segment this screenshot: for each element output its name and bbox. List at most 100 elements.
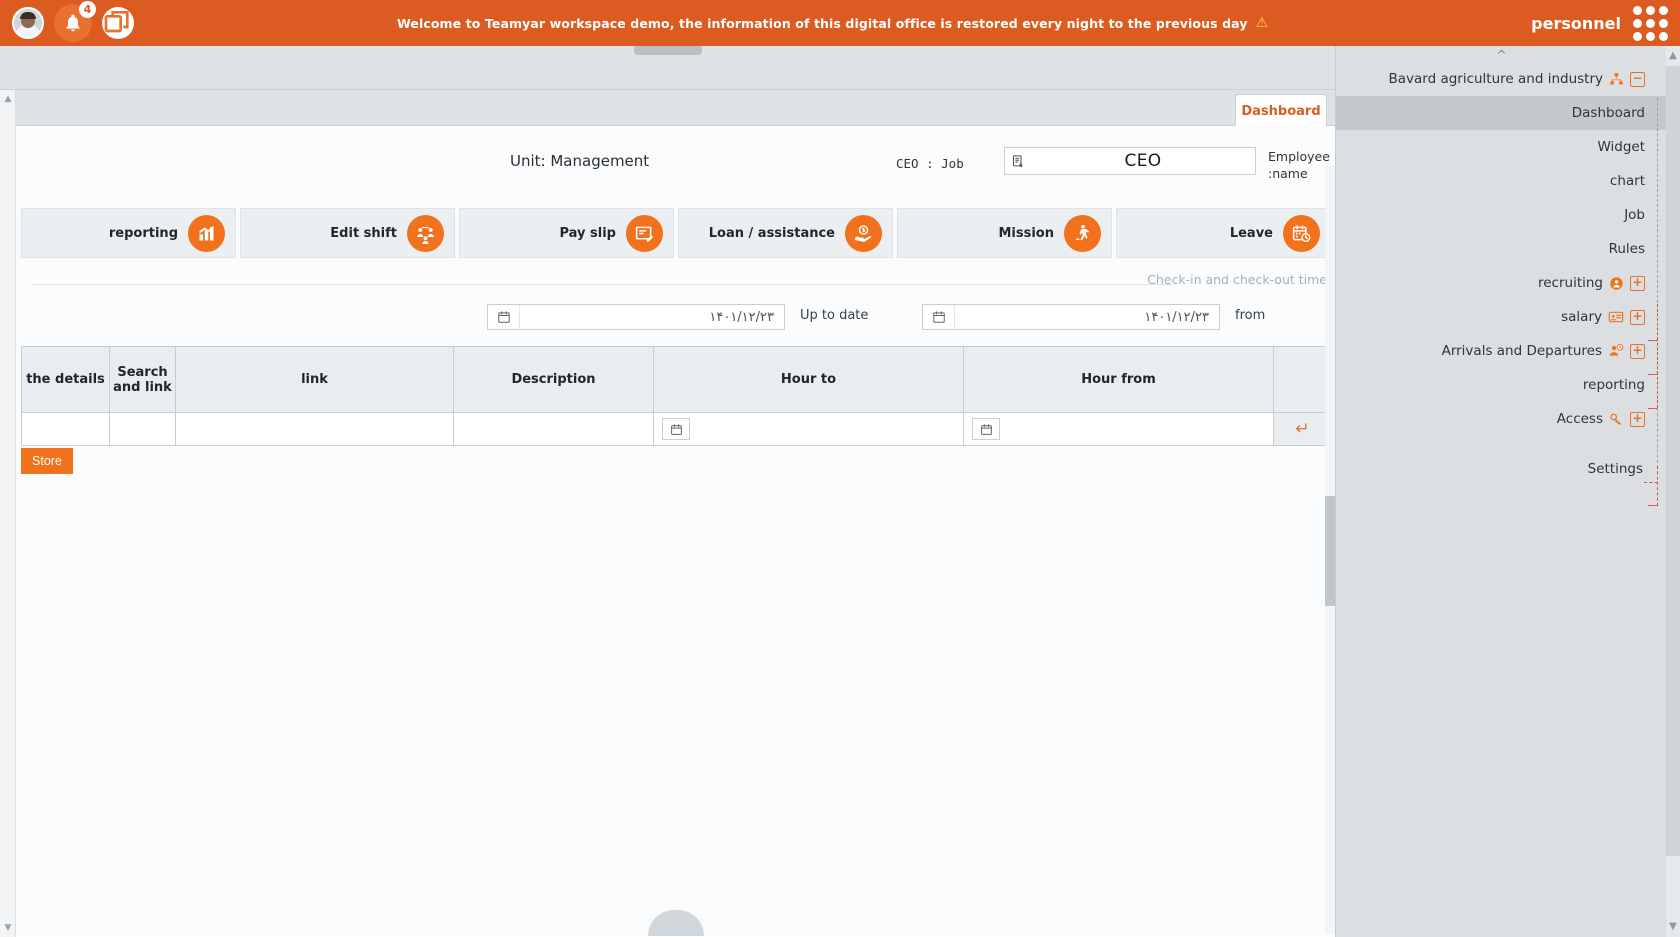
user-avatar[interactable] [12,7,44,39]
tile-mission[interactable]: Mission [897,208,1112,258]
app-title: personnel [1531,13,1621,33]
tree-connector-vertical [1657,408,1658,468]
sidebar-item-reporting[interactable]: reporting [1336,368,1667,402]
tile-reporting[interactable]: reporting [21,208,236,258]
column-header-actions [1273,346,1332,413]
collapse-toggle[interactable]: − [1630,71,1645,87]
restore-window-icon[interactable] [102,7,134,39]
expand-toggle[interactable]: + [1630,343,1645,359]
checkin-table: the details Search and link link Descrip… [21,346,1332,446]
sidebar-item-label: Widget [1597,139,1645,155]
sidebar-scrollbar-thumb[interactable] [1666,66,1680,856]
up-to-date-field[interactable]: ۱۴۰۱/۱۲/۲۳ [487,304,785,330]
cell-search-and-link[interactable] [109,412,176,446]
tile-label: Mission [998,225,1054,241]
from-date-value: ۱۴۰۱/۱۲/۲۳ [1144,309,1209,325]
tree-connector-elbow [1644,482,1658,483]
notifications-button[interactable]: 4 [54,1,96,42]
employee-name-label-line1: Employee [1268,149,1330,164]
sidebar-item-label: salary [1561,309,1602,325]
key-icon [1609,412,1624,427]
cell-hour-to[interactable] [653,412,964,446]
sidebar-item-chart[interactable]: chart [1336,164,1667,198]
sidebar-item-salary[interactable]: salary + [1336,300,1667,334]
column-header-description: Description [453,346,654,413]
legend-divider [32,284,1172,285]
store-button[interactable]: Store [21,448,73,474]
sidebar-scrollbar[interactable]: ▲ ▼ [1666,46,1680,937]
calendar-icon[interactable] [923,305,955,329]
scroll-down-icon[interactable]: ▼ [3,923,13,933]
job-value: CEO [1124,151,1162,171]
date-filter-row: ۱۴۰۱/۱۲/۲۳ Up to date ۱۴۰۱/۱۲/۲۳ from [16,304,1335,346]
tile-label: Leave [1229,225,1273,241]
sidebar-item-recruiting[interactable]: recruiting + [1336,266,1667,300]
enter-return-icon[interactable]: ↵ [1273,412,1332,446]
expand-toggle[interactable]: + [1630,275,1645,291]
people-group-icon [407,214,444,252]
scroll-up-icon[interactable]: ▲ [1666,48,1680,64]
notification-count-badge: 4 [79,1,96,18]
job-label: CEO : Job [896,156,964,171]
tile-loan-assistance[interactable]: Loan / assistance [678,208,893,258]
tree-connector-access [1657,466,1658,506]
top-bar-right: personnel [1531,5,1680,41]
expand-toggle[interactable]: + [1630,309,1645,325]
announcement-banner: Welcome to Teamyar workspace demo, the i… [134,15,1531,31]
scroll-up-icon[interactable]: ▲ [3,94,13,104]
app-shell: ▲ ▼ Dashboard Unit: Management CEO : Job [0,46,1680,937]
tree-connector-elbow [1648,505,1658,506]
table-header-row: the details Search and link link Descrip… [21,346,1332,413]
job-field[interactable]: CEO [1004,147,1256,175]
sidebar-item-access[interactable]: Access + [1336,402,1667,436]
record-picker-icon[interactable] [1005,154,1031,169]
banner-text: Welcome to Teamyar workspace demo, the i… [396,15,1248,31]
cell-description[interactable] [453,412,654,446]
up-to-date-value: ۱۴۰۱/۱۲/۲۳ [709,309,774,325]
tile-edit-shift[interactable]: Edit shift [240,208,455,258]
sidebar-item-label: Settings [1587,461,1643,477]
panel-drag-handle-top[interactable] [633,46,702,55]
sidebar-item-settings[interactable]: Settings [1336,452,1667,486]
content-scrollbar-thumb[interactable] [1325,496,1335,606]
up-to-date-label: Up to date [800,308,869,323]
column-header-hour-to: Hour to [653,346,964,413]
sidebar-item-label: chart [1609,173,1645,189]
cell-hour-from[interactable] [963,412,1274,446]
sidebar-item-arrivals-and-departures[interactable]: Arrivals and Departures + [1336,334,1667,368]
id-card-icon [1608,309,1624,325]
tile-label: reporting [108,225,178,241]
column-header-link: link [175,346,454,413]
sidebar-collapse-caret-icon[interactable]: ^ [1336,48,1667,62]
cell-details[interactable] [21,412,110,446]
tab-dashboard[interactable]: Dashboard [1235,94,1327,127]
sidebar-item-job[interactable]: Job [1336,198,1667,232]
tab-strip: Dashboard [16,90,1335,127]
left-scroll-rail[interactable]: ▲ ▼ [0,90,16,937]
checkin-caption: Check-in and check-out time [1147,272,1327,287]
hand-dollar-icon [845,214,882,252]
sidebar-item-root-organization[interactable]: Bavard agriculture and industry − [1336,62,1667,96]
panel-drag-handle-bottom[interactable] [647,910,704,936]
sidebar-item-label: Arrivals and Departures [1441,343,1602,359]
column-header-search-and-link: Search and link [109,346,176,413]
table-row[interactable]: ↵ [21,412,1332,446]
cell-link[interactable] [175,412,454,446]
sidebar-item-label: Job [1624,207,1645,223]
calendar-icon[interactable] [488,305,520,329]
tile-pay-slip[interactable]: Pay slip [459,208,674,258]
tile-leave[interactable]: Leave [1116,208,1331,258]
app-grid-icon[interactable] [1633,5,1668,41]
scroll-down-icon[interactable]: ▼ [1666,919,1680,935]
sidebar-item-rules[interactable]: Rules [1336,232,1667,266]
sidebar-item-widget[interactable]: Widget [1336,130,1667,164]
sidebar-tree: Bavard agriculture and industry − Dashbo… [1336,62,1667,486]
checkin-legend-row: Check-in and check-out time [32,272,1327,298]
expand-toggle[interactable]: + [1630,411,1645,427]
chart-bar-icon [188,214,225,252]
sidebar-item-dashboard[interactable]: Dashboard [1336,96,1667,130]
calendar-icon[interactable] [662,418,690,440]
from-date-field[interactable]: ۱۴۰۱/۱۲/۲۳ [922,304,1220,330]
content-scrollbar[interactable] [1325,166,1335,934]
calendar-icon[interactable] [972,418,1000,440]
